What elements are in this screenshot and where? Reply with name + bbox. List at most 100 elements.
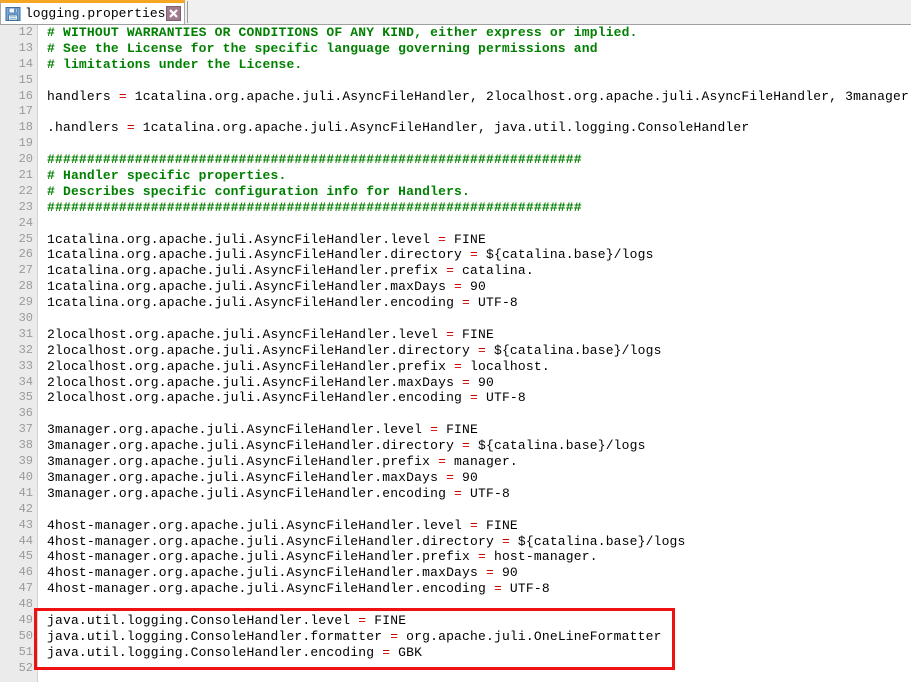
assignment-operator: =	[438, 231, 447, 247]
assignment-operator: =	[470, 517, 478, 533]
code-token: ${catalina.base}/logs	[478, 247, 654, 263]
line-number: 45	[18, 549, 33, 564]
line-number: 47	[18, 581, 33, 596]
code-line[interactable]: 31 2localhost.org.apache.juli.AsyncFileHa…	[0, 327, 911, 343]
code-line[interactable]: 24	[0, 216, 911, 232]
code-line[interactable]: 34 2localhost.org.apache.juli.AsyncFileHa…	[0, 375, 911, 391]
code-token: UTF-8	[462, 485, 510, 501]
code-line[interactable]: 46 4host-manager.org.apache.juli.AsyncFil…	[0, 565, 911, 581]
assignment-operator: =	[501, 533, 510, 549]
assignment-operator: =	[438, 454, 447, 470]
code-token: 90	[462, 279, 486, 295]
code-line[interactable]: 14 # limitations under the License.	[0, 57, 911, 73]
line-text: # See the License for the specific langu…	[47, 41, 598, 57]
code-line[interactable]: 19	[0, 136, 911, 152]
code-line[interactable]: 28 1catalina.org.apache.juli.AsyncFileHan…	[0, 279, 911, 295]
code-line[interactable]: 15	[0, 73, 911, 89]
code-token: 1catalina.org.apache.juli.AsyncFileHandl…	[47, 247, 471, 263]
code-line[interactable]: 32 2localhost.org.apache.juli.AsyncFileHa…	[0, 343, 911, 359]
code-line[interactable]: 20 ######################################…	[0, 152, 911, 168]
code-token: 4host-manager.org.apache.juli.AsyncFileH…	[47, 549, 478, 565]
line-text: 1catalina.org.apache.juli.AsyncFileHandl…	[47, 263, 534, 279]
code-line[interactable]: 25 1catalina.org.apache.juli.AsyncFileHan…	[0, 232, 911, 248]
code-token: GBK	[390, 644, 423, 660]
assignment-operator: =	[446, 326, 455, 342]
line-text: java.util.logging.ConsoleHandler.formatt…	[47, 629, 662, 645]
code-line[interactable]: 33 2localhost.org.apache.juli.AsyncFileHa…	[0, 359, 911, 375]
code-token: 3manager.org.apache.juli.AsyncFileHandle…	[47, 438, 463, 454]
line-number: 16	[18, 88, 33, 103]
code-line[interactable]: 42	[0, 502, 911, 518]
code-line[interactable]: 22 # Describes specific configuration inf…	[0, 184, 911, 200]
assignment-operator: =	[462, 374, 471, 390]
line-number: 46	[18, 565, 33, 580]
line-text: # Describes specific configuration info …	[47, 184, 470, 200]
code-token: FINE	[454, 326, 494, 342]
code-line[interactable]: 50 java.util.logging.ConsoleHandler.forma…	[0, 629, 911, 645]
line-text: 3manager.org.apache.juli.AsyncFileHandle…	[47, 438, 646, 454]
line-number: 25	[18, 231, 33, 246]
code-line[interactable]: 43 4host-manager.org.apache.juli.AsyncFil…	[0, 518, 911, 534]
assignment-operator: =	[454, 485, 463, 501]
code-line[interactable]: 26 1catalina.org.apache.juli.AsyncFileHan…	[0, 247, 911, 263]
code-line[interactable]: 39 3manager.org.apache.juli.AsyncFileHand…	[0, 454, 911, 470]
code-line[interactable]: 18 .handlers = 1catalina.org.apache.juli.…	[0, 120, 911, 136]
code-token: catalina.	[454, 263, 534, 279]
code-line[interactable]: 12 # WITHOUT WARRANTIES OR CONDITIONS OF …	[0, 25, 911, 41]
line-number: 30	[18, 311, 33, 326]
code-token: 1catalina.org.apache.juli.AsyncFileHandl…	[47, 279, 455, 295]
code-token: 1catalina.org.apache.juli.AsyncFileHandl…	[47, 231, 439, 247]
code-line[interactable]: 30	[0, 311, 911, 327]
line-text: 2localhost.org.apache.juli.AsyncFileHand…	[47, 343, 662, 359]
code-line[interactable]: 40 3manager.org.apache.juli.AsyncFileHand…	[0, 470, 911, 486]
code-editor[interactable]: 12 # WITHOUT WARRANTIES OR CONDITIONS OF …	[0, 25, 911, 682]
code-line[interactable]: 41 3manager.org.apache.juli.AsyncFileHand…	[0, 486, 911, 502]
line-text: 4host-manager.org.apache.juli.AsyncFileH…	[47, 549, 598, 565]
code-line[interactable]: 45 4host-manager.org.apache.juli.AsyncFil…	[0, 549, 911, 565]
tab-logging-properties[interactable]: logging.properties	[0, 0, 186, 24]
code-line[interactable]: 13 # See the License for the specific lan…	[0, 41, 911, 57]
line-text: java.util.logging.ConsoleHandler.level =…	[47, 613, 406, 629]
line-number: 13	[18, 40, 33, 55]
code-line[interactable]: 36	[0, 406, 911, 422]
code-line[interactable]: 21 # Handler specific properties.	[0, 168, 911, 184]
code-text-area[interactable]: 12 # WITHOUT WARRANTIES OR CONDITIONS OF …	[0, 25, 911, 682]
code-token: 4host-manager.org.apache.juli.AsyncFileH…	[47, 517, 471, 533]
line-text: 2localhost.org.apache.juli.AsyncFileHand…	[47, 327, 494, 343]
comment-token: # See the License for the specific langu…	[47, 40, 598, 56]
code-token: 2localhost.org.apache.juli.AsyncFileHand…	[47, 358, 455, 374]
close-x-icon[interactable]	[166, 6, 182, 21]
code-line[interactable]: 35 2localhost.org.apache.juli.AsyncFileHa…	[0, 390, 911, 406]
code-line[interactable]: 44 4host-manager.org.apache.juli.AsyncFil…	[0, 534, 911, 550]
code-line[interactable]: 29 1catalina.org.apache.juli.AsyncFileHan…	[0, 295, 911, 311]
line-text: .handlers = 1catalina.org.apache.juli.As…	[47, 120, 749, 136]
line-number: 37	[18, 422, 33, 437]
code-line[interactable]: 37 3manager.org.apache.juli.AsyncFileHand…	[0, 422, 911, 438]
code-token: FINE	[446, 231, 486, 247]
code-line[interactable]: 38 3manager.org.apache.juli.AsyncFileHand…	[0, 438, 911, 454]
code-token: ${catalina.base}/logs	[485, 342, 662, 358]
code-token: 2localhost.org.apache.juli.AsyncFileHand…	[47, 326, 447, 342]
code-line[interactable]: 27 1catalina.org.apache.juli.AsyncFileHan…	[0, 263, 911, 279]
code-token: 90	[454, 469, 479, 485]
code-line[interactable]: 23 ######################################…	[0, 200, 911, 216]
code-line[interactable]: 17	[0, 104, 911, 120]
code-token: 4host-manager.org.apache.juli.AsyncFileH…	[47, 581, 494, 597]
code-line[interactable]: 48	[0, 597, 911, 613]
code-token: manager.	[446, 454, 518, 470]
code-token: 4host-manager.org.apache.juli.AsyncFileH…	[47, 565, 486, 581]
line-number: 43	[18, 517, 33, 532]
code-line[interactable]: 49 java.util.logging.ConsoleHandler.level…	[0, 613, 911, 629]
code-token: 2localhost.org.apache.juli.AsyncFileHand…	[47, 390, 471, 406]
code-line[interactable]: 47 4host-manager.org.apache.juli.AsyncFil…	[0, 581, 911, 597]
line-text: 4host-manager.org.apache.juli.AsyncFileH…	[47, 534, 686, 550]
line-text: 1catalina.org.apache.juli.AsyncFileHandl…	[47, 279, 486, 295]
line-number: 29	[18, 295, 33, 310]
line-number: 15	[18, 72, 33, 87]
code-line[interactable]: 51 java.util.logging.ConsoleHandler.encod…	[0, 645, 911, 661]
code-line[interactable]: 52	[0, 661, 911, 677]
line-text: 2localhost.org.apache.juli.AsyncFileHand…	[47, 375, 494, 391]
comment-token: # Handler specific properties.	[47, 168, 287, 184]
code-line[interactable]: 16 handlers = 1catalina.org.apache.juli.A…	[0, 89, 911, 105]
assignment-operator: =	[126, 120, 135, 136]
